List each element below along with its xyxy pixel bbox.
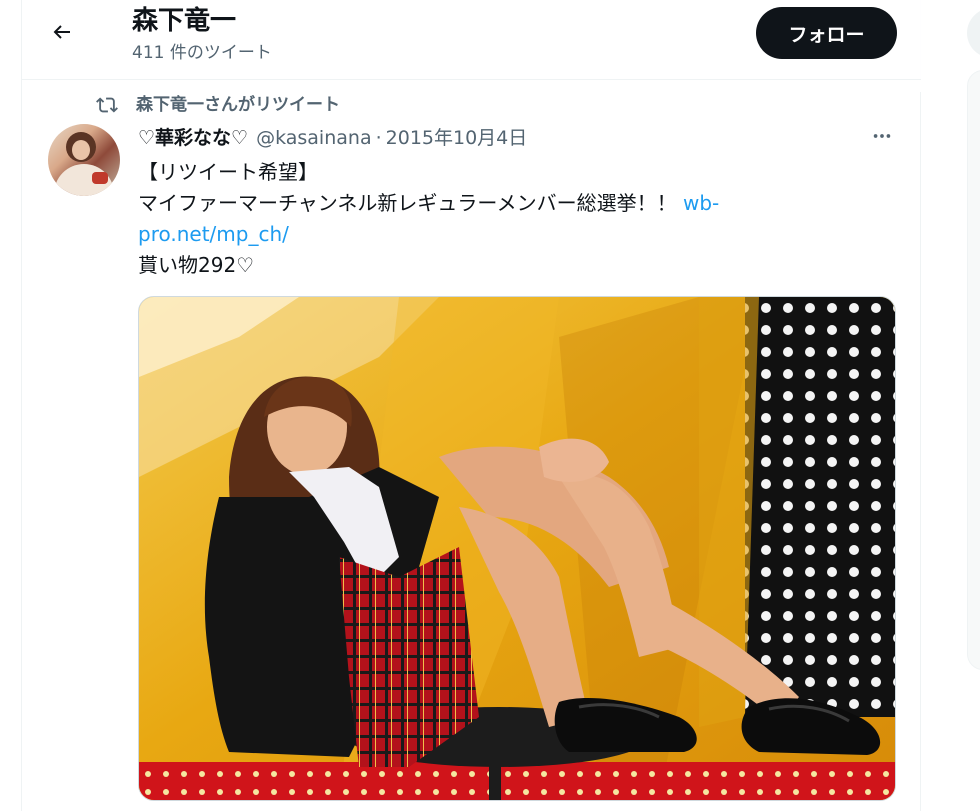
tweet-link-part-2[interactable]: pro.net/mp_ch/: [138, 222, 289, 246]
retweet-icon: [94, 94, 120, 116]
tweet-line-2: マイファーマーチャンネル新レギュラーメンバー総選挙！！ wb-: [138, 188, 828, 219]
arrow-left-icon: [50, 20, 74, 48]
primary-column: 森下竜一 411 件のツイート フォロー 森下竜一さんがリツイート ♡華彩なな♡…: [22, 0, 921, 811]
author-name[interactable]: ♡華彩なな♡: [138, 125, 248, 151]
tweet-line-2-text: マイファーマーチャンネル新レギュラーメンバー総選挙！！: [138, 191, 683, 215]
tweet-count: 411 件のツイート: [132, 43, 272, 63]
tweet-text: 【リツイート希望】 マイファーマーチャンネル新レギュラーメンバー総選挙！！ wb…: [138, 157, 828, 281]
retweet-context[interactable]: 森下竜一さんがリツイート: [94, 92, 340, 118]
more-horizontal-icon: [871, 125, 893, 151]
profile-header: 森下竜一 411 件のツイート フォロー: [22, 0, 921, 80]
tweet-line-4: 貰い物292♡: [138, 253, 255, 277]
sidebar-panel: [967, 70, 980, 670]
right-sidebar: [921, 0, 980, 811]
tweet-header: ♡華彩なな♡ @kasainana · 2015年10月4日: [138, 125, 527, 151]
header-divider: [22, 80, 921, 92]
retweet-label: 森下竜一さんがリツイート: [136, 95, 340, 115]
tweet-link-part-1[interactable]: wb-: [683, 191, 719, 215]
photo-image: [139, 297, 895, 800]
back-button[interactable]: [42, 14, 82, 54]
more-button[interactable]: [868, 126, 896, 150]
separator-dot: ·: [375, 127, 382, 149]
author-handle[interactable]: @kasainana: [256, 125, 372, 151]
page-title: 森下竜一: [132, 6, 237, 36]
search-input[interactable]: [967, 8, 980, 58]
tweet-photo[interactable]: [138, 296, 896, 801]
left-gutter: [0, 0, 22, 811]
follow-button[interactable]: フォロー: [756, 7, 897, 59]
tweet-line-1: 【リツイート希望】: [138, 160, 318, 184]
avatar[interactable]: [48, 124, 120, 196]
tweet-date[interactable]: 2015年10月4日: [386, 125, 528, 151]
tweet-line-3: pro.net/mp_ch/: [138, 219, 828, 250]
